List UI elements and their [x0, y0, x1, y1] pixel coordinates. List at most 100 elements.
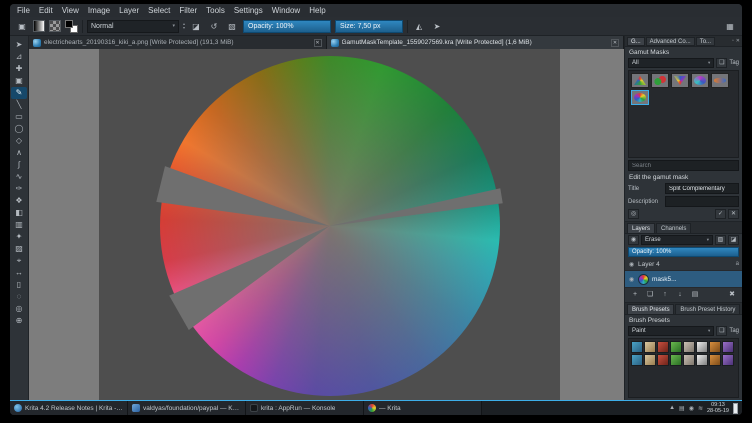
- color-wheel[interactable]: [159, 56, 500, 396]
- brush-preset-thumb[interactable]: [631, 341, 643, 353]
- tab-channels[interactable]: Channels: [656, 223, 692, 233]
- layer-blend-mode-select[interactable]: Erase ▾: [641, 235, 713, 245]
- brush-preset-thumb[interactable]: [696, 354, 708, 366]
- tray-expand-icon[interactable]: ▲: [669, 405, 675, 411]
- canvas-area[interactable]: [29, 49, 624, 400]
- fg-bg-colors[interactable]: [65, 19, 78, 33]
- save-mask-button[interactable]: ✓: [715, 209, 726, 219]
- reload-preset-icon[interactable]: ↺: [207, 20, 221, 33]
- tool-transform[interactable]: ⊿: [11, 51, 27, 63]
- gamut-mask-thumb[interactable]: [691, 73, 709, 88]
- eraser-mode-icon[interactable]: ◪: [189, 20, 203, 33]
- menu-file[interactable]: File: [17, 6, 30, 15]
- tool-move[interactable]: ✚: [11, 63, 27, 75]
- document-tab-2[interactable]: GamutMaskTemplate_1559027569.kra [Write …: [326, 36, 624, 49]
- tool-fill[interactable]: ◧: [11, 207, 27, 219]
- document-image[interactable]: [99, 49, 560, 400]
- mirror-icon[interactable]: ◭: [412, 20, 426, 33]
- add-layer-button[interactable]: +: [629, 290, 641, 300]
- menu-image[interactable]: Image: [88, 6, 110, 15]
- clock[interactable]: 09:13 28-05-19: [707, 402, 729, 414]
- blend-mode-stepper[interactable]: ▴ ▾: [183, 22, 185, 30]
- tool-freehand-brush[interactable]: ✎: [11, 87, 27, 99]
- tool-zoom[interactable]: ⊕: [11, 315, 27, 327]
- tool-freehand-path[interactable]: ∿: [11, 171, 27, 183]
- layer-visibility-icon[interactable]: ◉: [628, 261, 635, 268]
- menu-view[interactable]: View: [62, 6, 79, 15]
- brush-filter-select[interactable]: Paint ▾: [628, 326, 715, 336]
- tool-polygon[interactable]: ◇: [11, 135, 27, 147]
- show-desktop-button[interactable]: [733, 402, 738, 414]
- blend-mode-select[interactable]: Normal ▾: [87, 19, 179, 33]
- duplicate-layer-button[interactable]: ❏: [644, 290, 656, 300]
- gradient-chip[interactable]: [33, 20, 45, 32]
- tab-brush-preset-history[interactable]: Brush Preset History: [675, 304, 740, 314]
- tool-rectangle[interactable]: ▭: [11, 111, 27, 123]
- toolbox-toggle-icon[interactable]: ▣: [15, 20, 29, 33]
- menu-filter[interactable]: Filter: [179, 6, 197, 15]
- alpha-lock-icon[interactable]: ◪: [728, 235, 739, 245]
- preview-mask-button[interactable]: ◎: [628, 209, 639, 219]
- tab-advanced-color-selector[interactable]: Advanced Co...: [645, 36, 695, 46]
- clipboard-icon[interactable]: ▤: [679, 405, 685, 412]
- gamut-mask-thumb-selected[interactable]: [631, 90, 649, 105]
- inherit-alpha-icon[interactable]: ▧: [715, 235, 726, 245]
- mask-filter-select[interactable]: All ▾: [628, 58, 715, 68]
- tool-rect-select[interactable]: ▯: [11, 279, 27, 291]
- close-icon[interactable]: ✕: [313, 38, 322, 47]
- mask-description-input[interactable]: [665, 196, 739, 207]
- close-docker-icon[interactable]: ✕: [736, 38, 740, 44]
- brush-preset-thumb[interactable]: [722, 354, 734, 366]
- tool-ellipse-select[interactable]: ◌: [11, 291, 27, 303]
- volume-icon[interactable]: ◉: [689, 405, 694, 412]
- brush-preset-thumb[interactable]: [683, 354, 695, 366]
- gamut-mask-thumb[interactable]: [651, 73, 669, 88]
- layer-visibility-icon[interactable]: ◉: [628, 276, 635, 283]
- brush-preset-thumb[interactable]: [722, 341, 734, 353]
- tab-layers[interactable]: Layers: [627, 223, 656, 233]
- float-docker-icon[interactable]: ▫: [732, 38, 734, 44]
- snap-icon[interactable]: ➤: [430, 20, 444, 33]
- menu-help[interactable]: Help: [309, 6, 325, 15]
- brush-preset-thumb[interactable]: [644, 354, 656, 366]
- tab-gamut-masks[interactable]: G...: [627, 36, 645, 46]
- tool-select-shapes[interactable]: ➤: [11, 39, 27, 51]
- task-konsole[interactable]: krita : AppRun — Konsole: [246, 401, 364, 415]
- brush-preset-thumb[interactable]: [683, 341, 695, 353]
- tool-color-sampler[interactable]: ✦: [11, 231, 27, 243]
- move-layer-up-button[interactable]: ↑: [659, 290, 671, 300]
- foreground-color-swatch[interactable]: [65, 19, 73, 28]
- brush-preset-thumb[interactable]: [657, 354, 669, 366]
- tool-line[interactable]: ╲: [11, 99, 27, 111]
- menu-layer[interactable]: Layer: [119, 6, 139, 15]
- brush-preset-thumb[interactable]: [709, 354, 721, 366]
- brush-size-slider[interactable]: Size: 7,50 px: [335, 19, 404, 33]
- menu-tools[interactable]: Tools: [206, 6, 225, 15]
- network-icon[interactable]: ≋: [698, 405, 703, 412]
- delete-layer-button[interactable]: ✖: [726, 290, 738, 300]
- close-icon[interactable]: ✕: [611, 38, 619, 47]
- task-krita[interactable]: — Krita: [364, 401, 482, 415]
- brush-preset-thumb[interactable]: [670, 354, 682, 366]
- menu-edit[interactable]: Edit: [39, 6, 53, 15]
- task-kmail[interactable]: valdyas/foundation/paypal — KM...: [128, 401, 246, 415]
- menu-select[interactable]: Select: [148, 6, 170, 15]
- task-browser[interactable]: Krita 4.2 Release Notes | Krita - ...: [10, 401, 128, 415]
- tool-assistants[interactable]: ⌖: [11, 255, 27, 267]
- gamut-mask-thumb[interactable]: [671, 73, 689, 88]
- search-input[interactable]: [628, 160, 739, 171]
- pattern-chip[interactable]: [49, 20, 61, 32]
- tool-pattern-edit[interactable]: ▨: [11, 243, 27, 255]
- mask-title-input[interactable]: [665, 183, 739, 194]
- tool-ellipse[interactable]: ◯: [11, 123, 27, 135]
- cancel-mask-button[interactable]: ✕: [728, 209, 739, 219]
- tool-gradient[interactable]: ▥: [11, 219, 27, 231]
- layer-row-layer4[interactable]: ◉ Layer 4 a: [625, 258, 742, 271]
- layer-row-mask5[interactable]: ◉ mask5...: [625, 271, 742, 288]
- tag-icon[interactable]: ❏: [716, 326, 728, 336]
- tool-outline-select[interactable]: ◎: [11, 303, 27, 315]
- gamut-mask-thumb[interactable]: [631, 73, 649, 88]
- tab-touch-docker[interactable]: To...: [695, 36, 716, 46]
- menu-window[interactable]: Window: [272, 6, 300, 15]
- tab-brush-presets[interactable]: Brush Presets: [627, 304, 675, 314]
